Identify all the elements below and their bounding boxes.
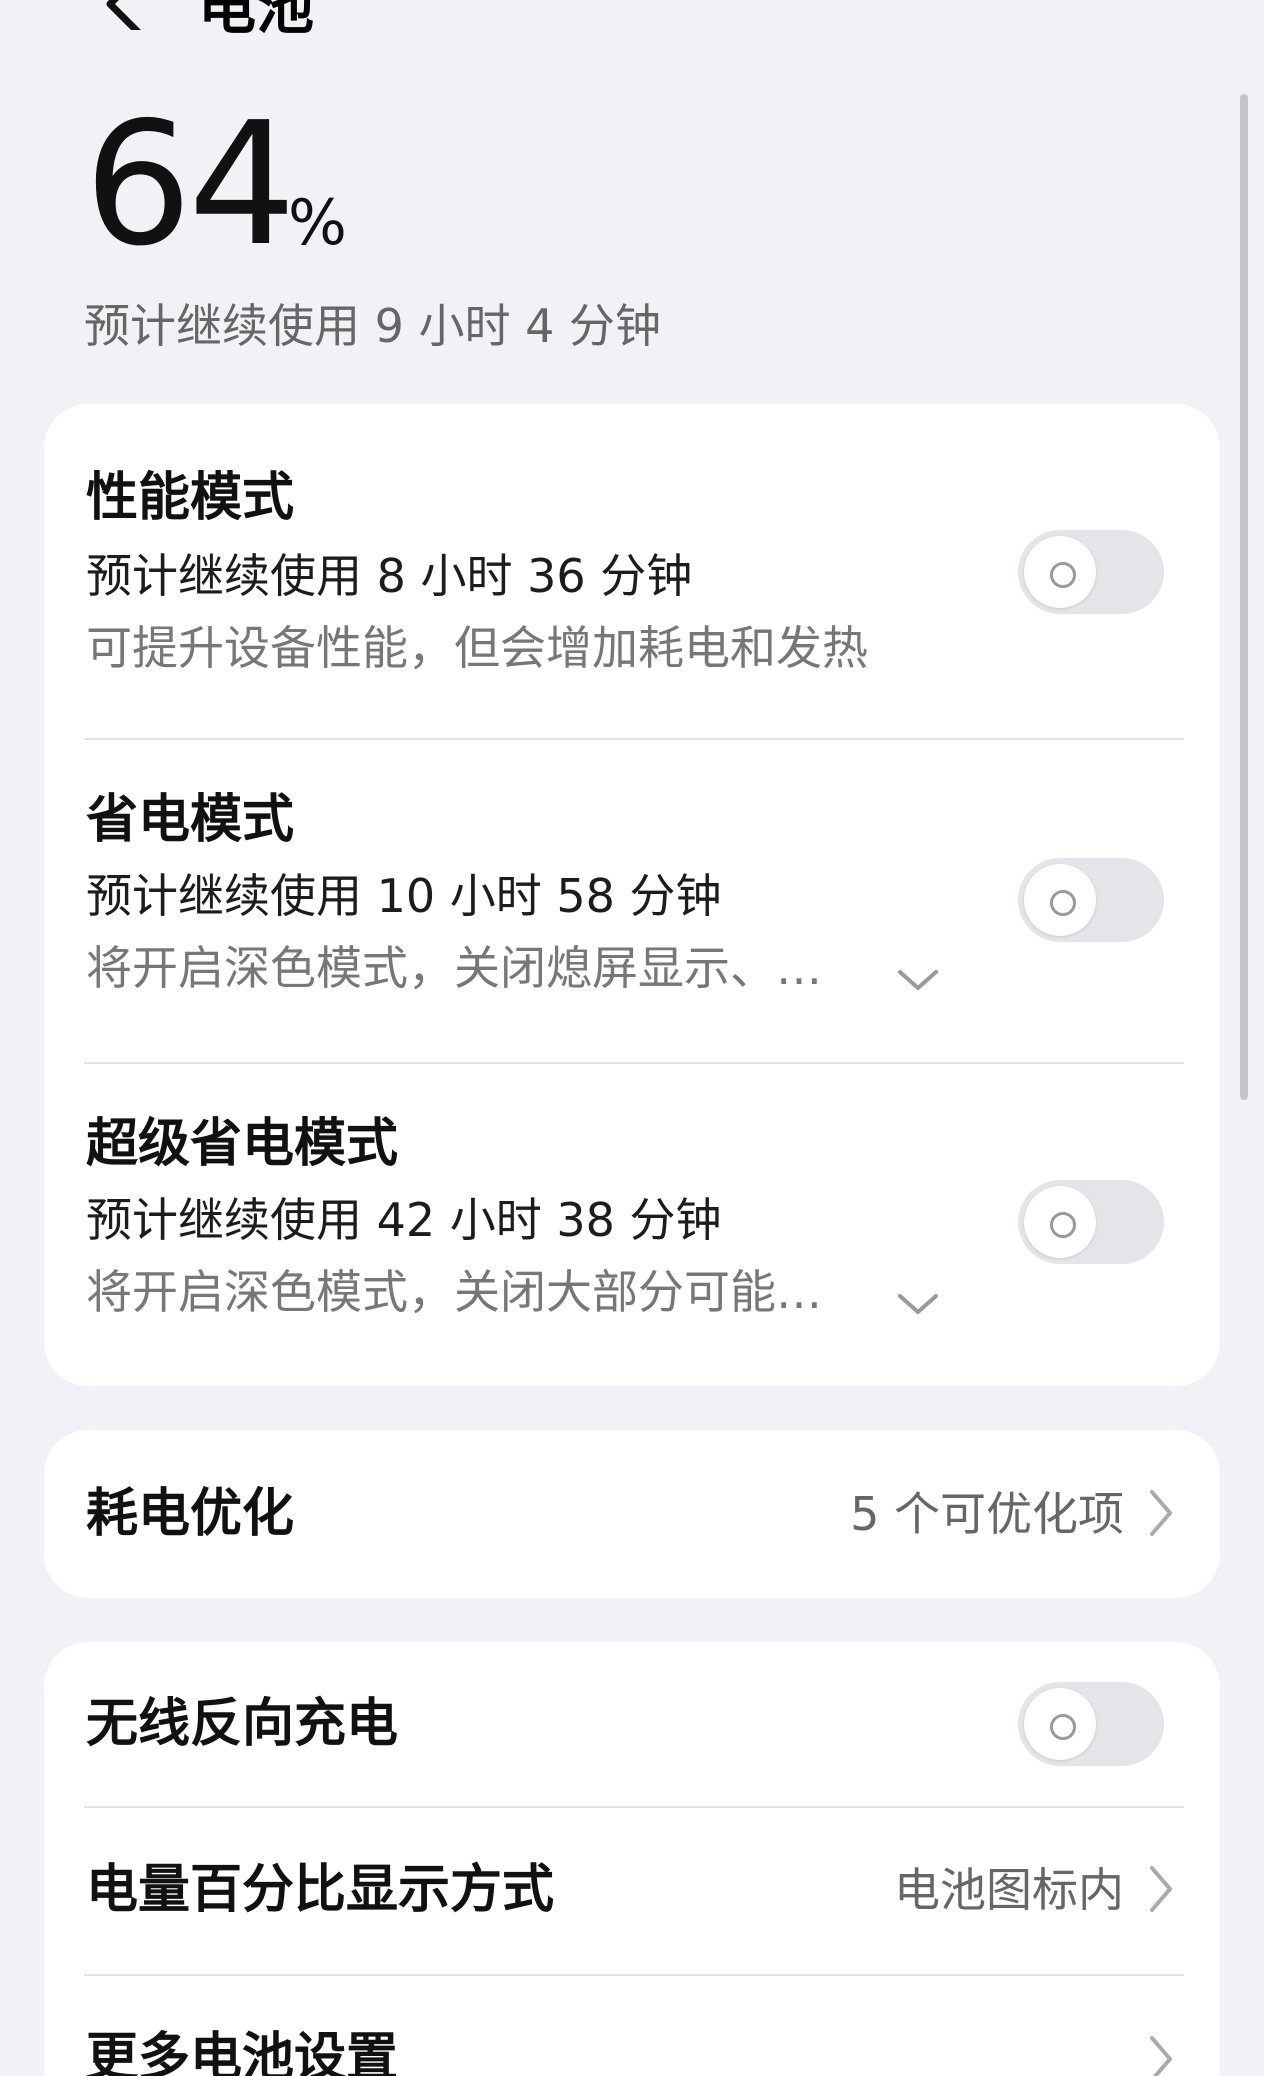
power-saving-mode-row[interactable]: 省电模式 预计继续使用 10 小时 58 分钟 将开启深色模式，关闭熄屏显示、… xyxy=(44,740,1220,1062)
back-arrow-icon[interactable] xyxy=(96,0,156,30)
more-battery-settings-title: 更多电池设置 xyxy=(86,2028,399,2076)
battery-percentage-display-row[interactable]: 电量百分比显示方式 电池图标内 xyxy=(44,1808,1220,1974)
super-power-saving-mode-toggle[interactable] xyxy=(1018,1180,1164,1264)
header: 电池 xyxy=(0,0,1264,60)
super-power-saving-mode-estimate: 预计继续使用 42 小时 38 分钟 xyxy=(86,1193,722,1247)
battery-percentage-display-title: 电量百分比显示方式 xyxy=(86,1860,555,1920)
power-saving-mode-estimate: 预计继续使用 10 小时 58 分钟 xyxy=(86,869,722,923)
toggle-knob xyxy=(1024,864,1096,936)
power-modes-card: 性能模式 预计继续使用 8 小时 36 分钟 可提升设备性能，但会增加耗电和发热… xyxy=(44,404,1220,1386)
performance-mode-title: 性能模式 xyxy=(86,468,295,528)
battery-percent-value: 64 xyxy=(84,86,296,284)
power-optimization-title: 耗电优化 xyxy=(86,1484,295,1544)
battery-remaining-estimate: 预计继续使用 9 小时 4 分钟 xyxy=(84,299,662,353)
super-power-saving-mode-title: 超级省电模式 xyxy=(86,1114,399,1174)
performance-mode-estimate: 预计继续使用 8 小时 36 分钟 xyxy=(86,549,693,603)
scrollbar[interactable] xyxy=(1240,94,1248,1100)
chevron-right-icon xyxy=(1150,2036,1172,2076)
toggle-knob xyxy=(1024,536,1096,608)
super-power-saving-mode-row[interactable]: 超级省电模式 预计继续使用 42 小时 38 分钟 将开启深色模式，关闭大部分可… xyxy=(44,1064,1220,1386)
performance-mode-toggle[interactable] xyxy=(1018,530,1164,614)
wireless-reverse-charging-title: 无线反向充电 xyxy=(86,1694,399,1754)
page-title: 电池 xyxy=(198,0,315,42)
battery-percent-sign: % xyxy=(288,186,347,259)
power-saving-mode-title: 省电模式 xyxy=(86,790,295,850)
performance-mode-description: 可提升设备性能，但会增加耗电和发热 xyxy=(86,621,868,675)
performance-mode-row[interactable]: 性能模式 预计继续使用 8 小时 36 分钟 可提升设备性能，但会增加耗电和发热 xyxy=(44,404,1220,738)
power-optimization-count: 5 个可优化项 xyxy=(850,1487,1124,1541)
wireless-reverse-charging-row[interactable]: 无线反向充电 xyxy=(44,1642,1220,1806)
battery-percentage-display-value: 电池图标内 xyxy=(894,1863,1124,1917)
chevron-down-icon[interactable] xyxy=(896,958,940,1002)
chevron-right-icon xyxy=(1150,1866,1172,1912)
wireless-reverse-charging-toggle[interactable] xyxy=(1018,1682,1164,1766)
power-saving-mode-description: 将开启深色模式，关闭熄屏显示、… xyxy=(86,941,822,995)
battery-settings-card: 无线反向充电 电量百分比显示方式 电池图标内 更多电池设置 xyxy=(44,1642,1220,2076)
toggle-knob xyxy=(1024,1688,1096,1760)
super-power-saving-mode-description: 将开启深色模式，关闭大部分可能… xyxy=(86,1265,822,1319)
chevron-down-icon[interactable] xyxy=(896,1282,940,1326)
power-optimization-card[interactable]: 耗电优化 5 个可优化项 xyxy=(44,1430,1220,1598)
chevron-right-icon xyxy=(1150,1490,1172,1536)
power-saving-mode-toggle[interactable] xyxy=(1018,858,1164,942)
toggle-knob xyxy=(1024,1186,1096,1258)
more-battery-settings-row[interactable]: 更多电池设置 xyxy=(44,1976,1220,2076)
